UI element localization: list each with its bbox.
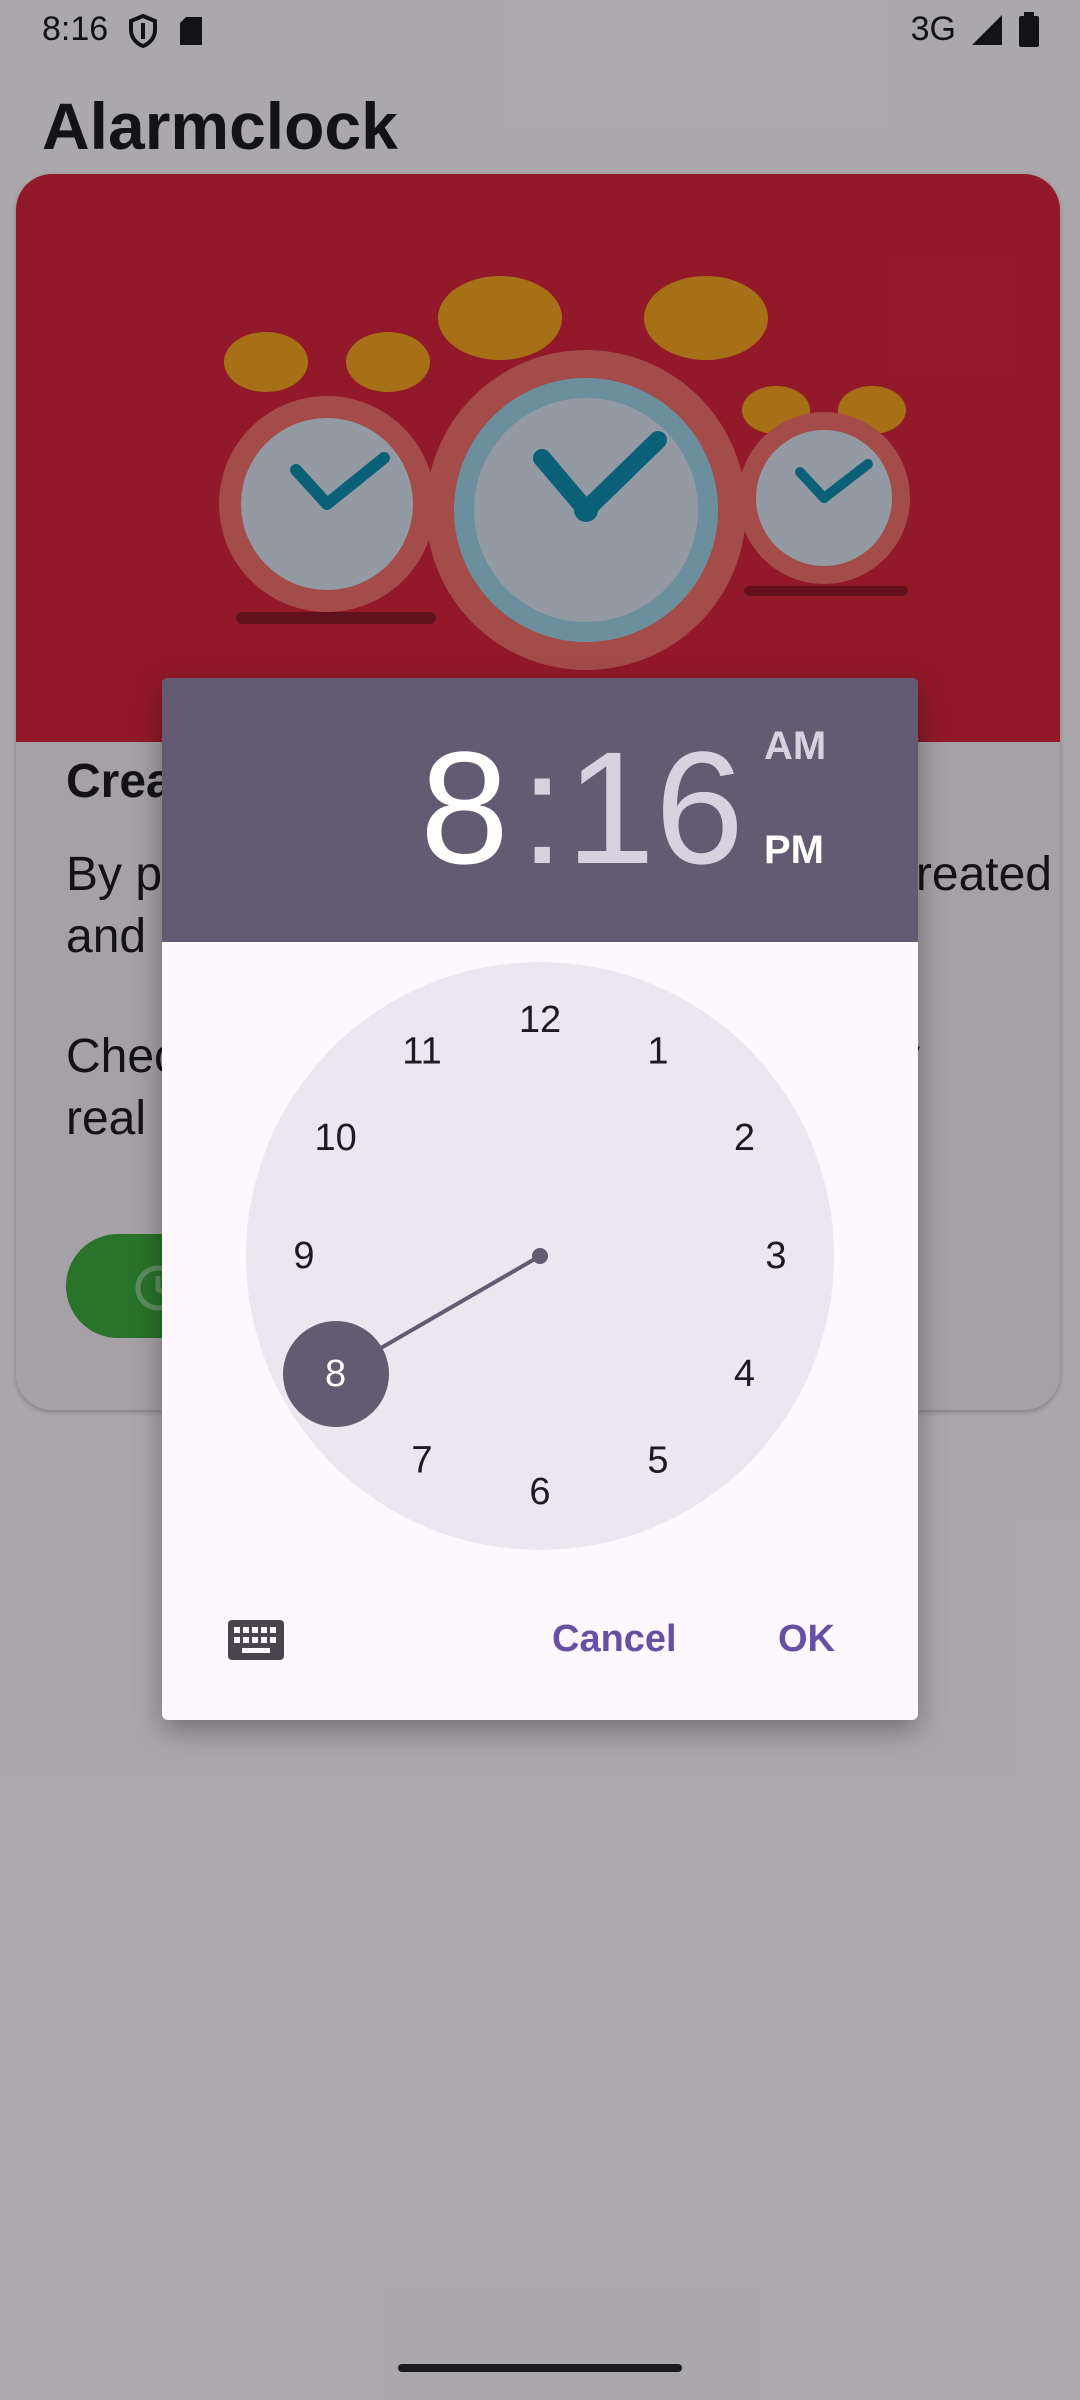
dial-number-8[interactable]: 8	[325, 1353, 346, 1395]
am-toggle[interactable]: AM	[764, 724, 826, 769]
time-separator: :	[520, 718, 565, 897]
hour-display[interactable]: 8	[420, 718, 509, 898]
dial-number-1[interactable]: 1	[647, 1031, 668, 1073]
dial-number-3[interactable]: 3	[765, 1235, 786, 1277]
gesture-nav-handle[interactable]	[398, 2364, 682, 2372]
dial-number-2[interactable]: 2	[734, 1117, 755, 1159]
keyboard-icon[interactable]	[226, 1618, 286, 1662]
dial-number-10[interactable]: 10	[314, 1117, 356, 1159]
dial-number-11[interactable]: 11	[402, 1031, 441, 1073]
clock-dial[interactable]: 121234567891011	[162, 942, 918, 1582]
dial-number-6[interactable]: 6	[529, 1471, 550, 1513]
time-picker-header: 8 : 16 AM PM	[162, 678, 918, 942]
pm-toggle[interactable]: PM	[764, 828, 824, 873]
clock-center-dot	[532, 1248, 548, 1264]
time-picker-dialog: 8 : 16 AM PM 12 1 2 3 4 5 6 7 8 9 10 11 Cancel OK	[162, 678, 918, 1720]
dial-number-9[interactable]: 9	[293, 1235, 314, 1277]
dial-number-4[interactable]: 4	[734, 1353, 755, 1395]
dial-number-7[interactable]: 7	[411, 1439, 432, 1481]
ok-button[interactable]: OK	[778, 1618, 835, 1661]
dial-number-5[interactable]: 5	[647, 1439, 668, 1481]
minute-display[interactable]: 16	[566, 718, 744, 898]
dial-number-12[interactable]: 12	[519, 999, 561, 1041]
cancel-button[interactable]: Cancel	[552, 1618, 677, 1661]
